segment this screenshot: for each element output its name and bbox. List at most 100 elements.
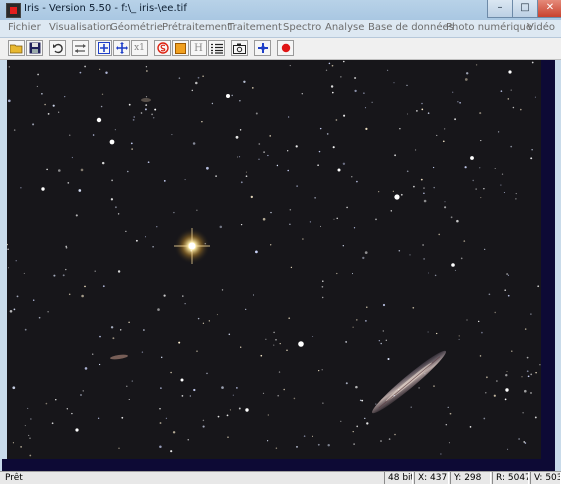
star [269, 135, 271, 137]
star [187, 439, 189, 441]
green-value: V: 5037 B [530, 472, 561, 484]
star [189, 395, 191, 397]
star [380, 342, 382, 345]
star [375, 403, 377, 405]
star [65, 245, 67, 248]
star [64, 95, 66, 98]
star [156, 226, 158, 228]
red-dot-button[interactable] [277, 40, 294, 56]
star [145, 96, 148, 98]
menu-traitement[interactable]: Traitement [228, 22, 282, 33]
star [270, 244, 272, 246]
star [243, 80, 246, 84]
star [394, 433, 396, 436]
star [365, 320, 367, 322]
star [356, 425, 359, 428]
undo-button[interactable] [49, 40, 66, 56]
star [130, 142, 133, 145]
star [303, 435, 306, 437]
star [309, 221, 312, 223]
star [163, 294, 166, 297]
star [494, 167, 496, 170]
star [364, 107, 367, 109]
star [289, 208, 292, 211]
star [62, 274, 65, 277]
star [442, 140, 445, 143]
star [457, 101, 459, 103]
x1-zoom-icon: x1 [134, 43, 145, 53]
star [191, 89, 194, 92]
star [20, 446, 22, 448]
close-button[interactable]: ✕ [537, 0, 561, 18]
zoom-out-button[interactable] [113, 40, 130, 56]
orange-square-button[interactable] [172, 40, 189, 56]
open-folder-button[interactable] [8, 40, 25, 56]
image-canvas[interactable] [7, 60, 541, 459]
star [387, 357, 390, 361]
star [312, 335, 314, 338]
star [432, 166, 435, 169]
star [459, 101, 461, 104]
camera-button[interactable] [231, 40, 248, 56]
red-s-button[interactable] [154, 40, 171, 56]
star [184, 179, 186, 181]
star [422, 244, 424, 246]
zoom-x1-button[interactable]: x1 [131, 40, 148, 56]
maximize-button[interactable]: □ [512, 0, 538, 18]
star [354, 76, 357, 80]
star [380, 440, 382, 442]
star [145, 66, 148, 68]
star [361, 399, 364, 402]
star [464, 166, 467, 169]
menu-pretraitement[interactable]: Prétraitement [162, 22, 231, 33]
star [69, 134, 71, 136]
swap-button[interactable] [72, 40, 89, 56]
star [7, 248, 9, 250]
menu-visualisation[interactable]: Visualisation [49, 22, 112, 33]
star [406, 170, 409, 173]
star [68, 293, 71, 296]
star [530, 157, 533, 160]
star [110, 198, 114, 201]
star [428, 272, 429, 274]
star [345, 382, 348, 385]
star [23, 272, 25, 274]
zoom-in-button[interactable] [95, 40, 112, 56]
star [151, 113, 153, 116]
star [454, 118, 457, 121]
star [318, 370, 320, 372]
star [378, 340, 380, 342]
star [221, 289, 224, 291]
star [314, 197, 316, 199]
star [58, 111, 60, 113]
star [386, 69, 389, 71]
menu-fichier[interactable]: Fichier [8, 22, 41, 33]
h-button[interactable]: H [190, 40, 207, 56]
star [236, 387, 238, 389]
star [283, 388, 286, 391]
star [454, 269, 456, 271]
menu-base-de-donnees[interactable]: Base de données [368, 22, 454, 33]
blue-cross-button[interactable] [254, 40, 271, 56]
star [520, 108, 522, 111]
star [57, 169, 61, 172]
menu-geometrie[interactable]: Géométrie [110, 22, 163, 33]
star [378, 191, 380, 193]
save-button[interactable] [26, 40, 43, 56]
star [71, 156, 74, 159]
menu-analyse[interactable]: Analyse [325, 22, 364, 33]
star [366, 306, 368, 309]
star [160, 356, 163, 359]
star [342, 162, 346, 165]
star [154, 108, 157, 111]
menu-spectro[interactable]: Spectro [283, 22, 321, 33]
menu-video[interactable]: Vidéo [527, 22, 555, 33]
star [114, 206, 117, 209]
star [81, 294, 84, 298]
star [181, 395, 184, 397]
menu-photo-numerique[interactable]: Photo numérique [446, 22, 532, 33]
star [206, 166, 209, 170]
star [245, 175, 248, 178]
list-button[interactable] [208, 40, 225, 56]
minimize-button[interactable]: – [487, 0, 513, 18]
